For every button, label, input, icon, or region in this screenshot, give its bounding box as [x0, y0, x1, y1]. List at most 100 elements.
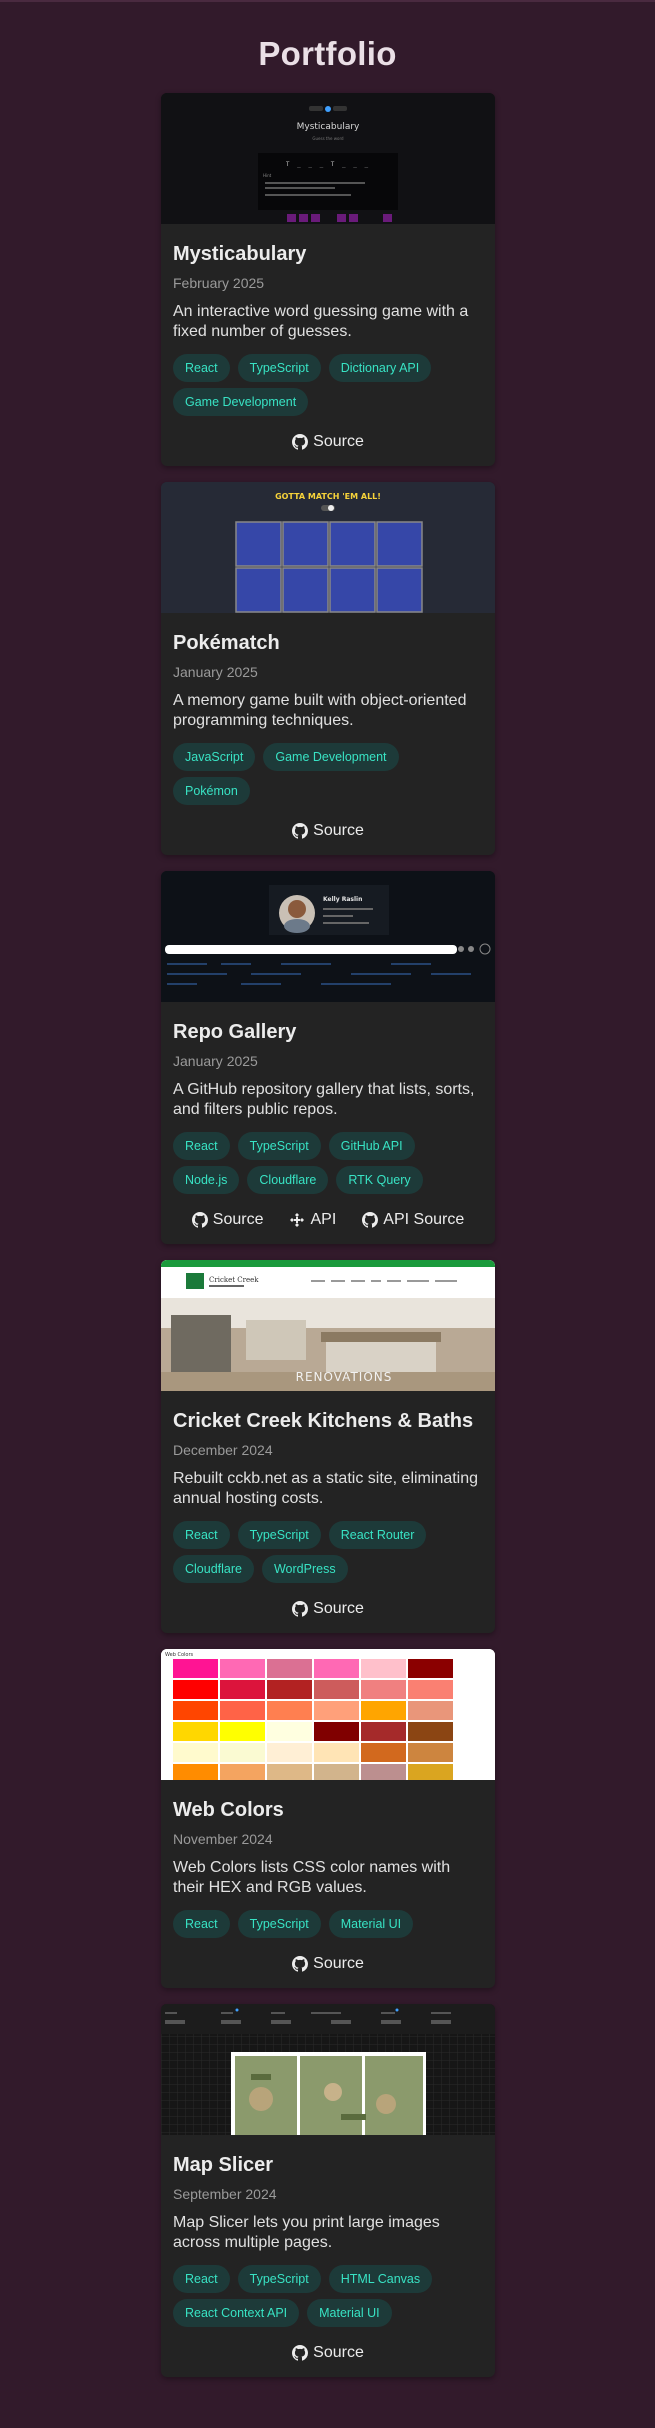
github-icon — [362, 1212, 379, 1228]
api-link[interactable]: API — [289, 1211, 336, 1229]
color-swatch — [361, 1680, 406, 1699]
color-swatch — [220, 1659, 265, 1678]
link-label: Source — [212, 1211, 264, 1228]
color-swatch — [173, 1680, 218, 1699]
project-screenshot[interactable]: Web Colors — [161, 1649, 495, 1780]
link-label: Source — [313, 433, 364, 450]
svg-text:Guess the word: Guess the word — [312, 136, 344, 141]
source-link[interactable]: Source — [292, 1600, 364, 1618]
color-swatch — [361, 1701, 406, 1720]
color-swatch — [173, 1764, 218, 1780]
tag: React — [173, 354, 230, 382]
tag: WordPress — [261, 1555, 348, 1583]
tag: TypeScript — [237, 2265, 321, 2293]
project-description: A memory game built with object-oriented… — [173, 692, 467, 729]
project-card: Cricket Creek RENOVATIONS Cricket Creek … — [161, 1260, 495, 1633]
color-swatch — [267, 1722, 312, 1741]
project-screenshot[interactable]: Cricket Creek RENOVATIONS — [161, 1260, 495, 1391]
project-card: Web Colors Web Colors November 2024 Web … — [161, 1649, 495, 1988]
color-swatch — [267, 1659, 312, 1678]
color-swatch — [220, 1701, 265, 1720]
project-links: Source — [173, 1952, 483, 1976]
github-icon — [191, 1212, 208, 1228]
color-swatch — [314, 1659, 359, 1678]
color-swatch — [267, 1701, 312, 1720]
tag: Dictionary API — [328, 354, 432, 382]
project-screenshot[interactable]: Kelly Raslin — [161, 871, 495, 1002]
tag-list: React TypeScript GitHub API Node.js Clou… — [173, 1132, 483, 1194]
project-date: January 2025 — [173, 1053, 258, 1069]
project-date: January 2025 — [173, 664, 258, 680]
color-swatch — [408, 1743, 453, 1762]
project-links: Source — [173, 430, 483, 454]
color-swatch — [408, 1659, 453, 1678]
thumb-letters: T _ _ _ T _ _ _ — [286, 161, 370, 168]
tag: Cloudflare — [247, 1166, 329, 1194]
tag-list: React TypeScript Dictionary API Game Dev… — [173, 354, 483, 416]
tag: TypeScript — [237, 1910, 321, 1938]
project-links: Source — [173, 2341, 483, 2365]
tag: React — [173, 1132, 230, 1160]
github-icon — [292, 823, 309, 839]
project-date: February 2025 — [173, 275, 265, 291]
project-card: Mysticabulary Guess the word T _ _ _ T _… — [161, 93, 495, 466]
tag-list: React TypeScript React Router Cloudflare… — [173, 1521, 483, 1583]
github-icon — [292, 1956, 309, 1972]
tag: Node.js — [173, 1166, 240, 1194]
project-title: Pokématch — [173, 632, 280, 654]
project-title: Web Colors — [173, 1799, 284, 1821]
project-screenshot[interactable]: GOTTA MATCH 'EM ALL! — [161, 482, 495, 613]
tag: JavaScript — [173, 743, 256, 771]
source-link[interactable]: Source — [292, 433, 364, 451]
color-swatch — [173, 1659, 218, 1678]
tag: RTK Query — [336, 1166, 423, 1194]
github-icon — [292, 2345, 309, 2361]
tag: Game Development — [263, 743, 399, 771]
thumb-title: Mysticabulary — [297, 122, 360, 132]
tag: React Context API — [173, 2299, 300, 2327]
project-description: Map Slicer lets you print large images a… — [173, 2214, 440, 2251]
api-source-link[interactable]: API Source — [362, 1211, 464, 1229]
tag: TypeScript — [237, 354, 321, 382]
color-swatch — [408, 1680, 453, 1699]
link-label: API — [310, 1211, 337, 1228]
github-icon — [292, 434, 309, 450]
project-description: Rebuilt cckb.net as a static site, elimi… — [173, 1470, 479, 1507]
project-title: Map Slicer — [173, 2154, 274, 2176]
color-swatch — [314, 1764, 359, 1780]
source-link[interactable]: Source — [191, 1211, 264, 1229]
color-swatch — [220, 1680, 265, 1699]
tag-list: React TypeScript Material UI — [173, 1910, 483, 1938]
project-title: Cricket Creek Kitchens & Baths — [173, 1410, 474, 1432]
project-screenshot[interactable] — [161, 2004, 495, 2135]
color-swatch — [361, 1764, 406, 1780]
color-swatch — [267, 1680, 312, 1699]
svg-text:Hint: Hint — [263, 173, 272, 178]
api-icon — [290, 1213, 305, 1227]
project-description: A GitHub repository gallery that lists, … — [173, 1081, 475, 1118]
tag: Game Development — [173, 388, 309, 416]
tag-list: JavaScript Game Development Pokémon — [173, 743, 483, 805]
link-label: Source — [313, 2344, 364, 2361]
color-swatch — [220, 1764, 265, 1780]
source-link[interactable]: Source — [292, 822, 364, 840]
project-screenshot[interactable]: Mysticabulary Guess the word T _ _ _ T _… — [161, 93, 495, 224]
tag: React Router — [328, 1521, 427, 1549]
project-date: November 2024 — [173, 1831, 273, 1847]
color-swatch — [361, 1659, 406, 1678]
link-label: Source — [313, 1955, 364, 1972]
tag: HTML Canvas — [328, 2265, 433, 2293]
source-link[interactable]: Source — [292, 2344, 364, 2362]
project-card: Map Slicer September 2024 Map Slicer let… — [161, 2004, 495, 2377]
project-description: Web Colors lists CSS color names with th… — [173, 1859, 451, 1896]
color-swatch — [173, 1722, 218, 1741]
project-title: Mysticabulary — [173, 243, 307, 265]
project-description: An interactive word guessing game with a… — [173, 303, 469, 340]
page-title: Portfolio — [258, 35, 397, 72]
source-link[interactable]: Source — [292, 1955, 364, 1973]
tag: Cloudflare — [173, 1555, 254, 1583]
tag: GitHub API — [328, 1132, 415, 1160]
project-date: December 2024 — [173, 1442, 273, 1458]
tag: Material UI — [328, 1910, 414, 1938]
tag: TypeScript — [237, 1132, 321, 1160]
